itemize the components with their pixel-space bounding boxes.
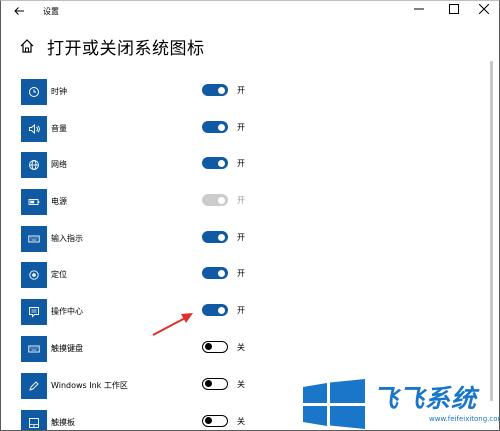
row-label: 电源 <box>51 197 67 206</box>
row-state: 开 <box>237 306 245 315</box>
title-bar: 设置 <box>1 1 499 25</box>
list-item-clock: 时钟 开 <box>1 79 481 109</box>
row-label: 触摸板 <box>51 418 75 427</box>
list-item-network: 网络 开 <box>1 152 481 182</box>
close-button[interactable] <box>469 1 499 23</box>
watermark: 飞飞系统 www.feifeixitong.com <box>301 371 500 430</box>
row-state: 关 <box>237 417 245 426</box>
globe-icon <box>21 152 47 178</box>
page-title: 打开或关闭系统图标 <box>47 39 205 59</box>
touch-keyboard-icon <box>21 336 47 362</box>
scrollbar[interactable] <box>490 61 493 401</box>
volume-toggle[interactable] <box>202 121 228 133</box>
action-center-toggle[interactable] <box>202 304 228 316</box>
home-icon[interactable] <box>19 38 35 54</box>
row-label: 时钟 <box>51 87 67 96</box>
touch-keyboard-toggle[interactable] <box>202 341 228 353</box>
list-item-location: 定位 开 <box>1 262 481 292</box>
watermark-text: 飞飞系统 <box>373 384 478 413</box>
windows-ink-toggle[interactable] <box>202 378 228 390</box>
keyboard-icon <box>21 226 47 252</box>
minimize-button[interactable] <box>404 1 434 23</box>
list-item-power: 电源 开 <box>1 189 481 219</box>
windows-logo-icon <box>301 379 369 429</box>
row-state: 开 <box>237 123 245 132</box>
pen-icon <box>21 373 47 399</box>
list-item-action-center: 操作中心 开 <box>1 299 481 329</box>
row-state: 开 <box>237 196 245 205</box>
list-item-volume: 音量 开 <box>1 116 481 146</box>
power-toggle <box>202 194 228 206</box>
volume-icon <box>21 116 47 142</box>
settings-window: 设置 打开或关闭系统图标 时钟 开 音量 开 网络 开 电源 开 输入指示 开 … <box>0 0 500 431</box>
annotation-arrow-icon <box>151 311 195 337</box>
row-state: 开 <box>237 86 245 95</box>
row-label: 定位 <box>51 270 67 279</box>
row-label: 网络 <box>51 160 67 169</box>
clock-icon <box>21 79 47 105</box>
row-state: 关 <box>237 380 245 389</box>
touchpad-icon <box>21 410 47 430</box>
row-label: 触摸键盘 <box>51 344 83 353</box>
touchpad-toggle[interactable] <box>202 415 228 427</box>
window-title: 设置 <box>43 7 59 16</box>
watermark-url: www.feifeixitong.com <box>429 415 500 423</box>
row-state: 开 <box>237 159 245 168</box>
action-center-icon <box>21 299 47 325</box>
input-indicator-toggle[interactable] <box>202 231 228 243</box>
battery-icon <box>21 189 47 215</box>
row-label: 输入指示 <box>51 234 83 243</box>
list-item-touch-keyboard: 触摸键盘 关 <box>1 336 481 366</box>
location-toggle[interactable] <box>202 267 228 279</box>
row-state: 关 <box>237 343 245 352</box>
maximize-button[interactable] <box>439 1 469 23</box>
row-label: 操作中心 <box>51 307 83 316</box>
list-item-input-indicator: 输入指示 开 <box>1 226 481 256</box>
row-label: 音量 <box>51 124 67 133</box>
clock-toggle[interactable] <box>202 84 228 96</box>
row-state: 开 <box>237 269 245 278</box>
network-toggle[interactable] <box>202 157 228 169</box>
row-label: Windows Ink 工作区 <box>51 381 128 390</box>
back-arrow-icon[interactable] <box>7 3 31 23</box>
row-state: 开 <box>237 233 245 242</box>
location-icon <box>21 262 47 288</box>
